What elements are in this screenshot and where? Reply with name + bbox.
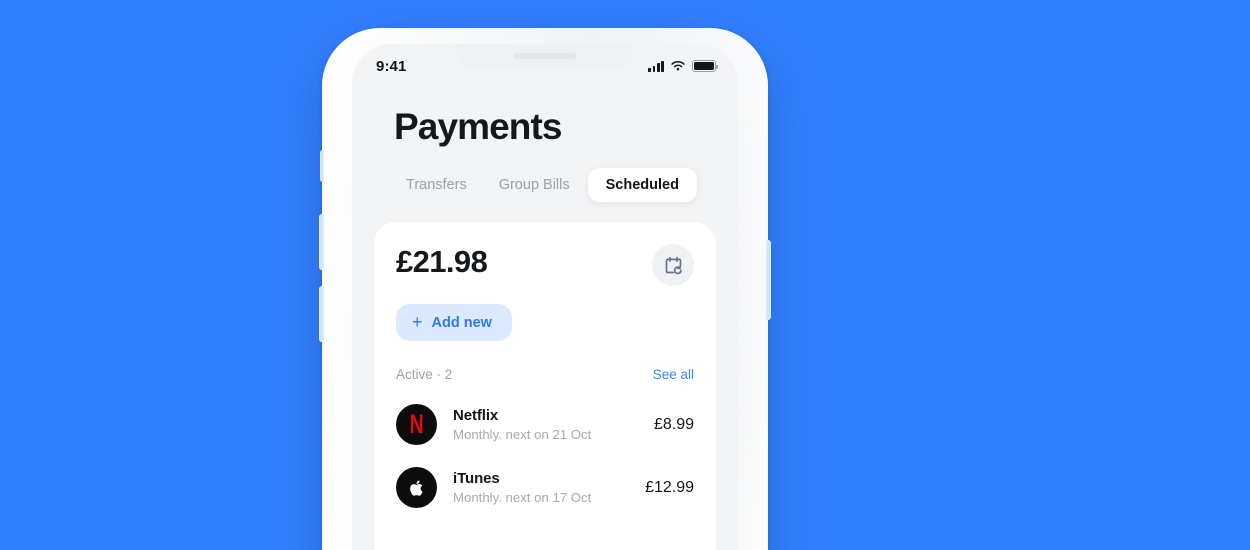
tab-group-bills[interactable]: Group Bills bbox=[485, 168, 584, 202]
status-time: 9:41 bbox=[376, 57, 407, 75]
list-item-text: iTunes Monthly. next on 17 Oct bbox=[453, 470, 645, 505]
tab-transfers[interactable]: Transfers bbox=[392, 168, 481, 202]
battery-full-icon bbox=[692, 60, 719, 72]
silent-switch-button[interactable] bbox=[320, 150, 324, 182]
list-item-amount: £8.99 bbox=[653, 415, 694, 433]
total-amount: £21.98 bbox=[396, 244, 488, 279]
active-count-label: Active · 2 bbox=[396, 367, 453, 382]
list-item[interactable]: N Netflix Monthly. next on 21 Oct £8.99 bbox=[396, 404, 694, 445]
phone-screen: 9:41 Payments Transfers Group Bills Sche… bbox=[352, 44, 738, 550]
see-all-link[interactable]: See all bbox=[653, 367, 694, 382]
add-new-label: Add new bbox=[431, 314, 492, 331]
add-new-button[interactable]: + Add new bbox=[396, 304, 512, 341]
card-header: £21.98 bbox=[396, 244, 694, 286]
volume-up-button[interactable] bbox=[319, 214, 324, 270]
power-button[interactable] bbox=[766, 240, 771, 320]
calendar-history-icon bbox=[665, 256, 682, 274]
calendar-history-button[interactable] bbox=[652, 244, 694, 286]
status-icons bbox=[648, 60, 719, 72]
scheduled-payments-card: £21.98 + Add new Active · 2 See all N Ne… bbox=[374, 222, 716, 550]
list-item-text: Netflix Monthly. next on 21 Oct bbox=[453, 407, 654, 442]
list-header: Active · 2 See all bbox=[396, 367, 694, 382]
apple-icon bbox=[396, 467, 437, 508]
cellular-bars-icon bbox=[648, 60, 664, 72]
list-item[interactable]: iTunes Monthly. next on 17 Oct £12.99 bbox=[396, 467, 694, 508]
wifi-icon bbox=[671, 61, 685, 71]
list-item-subtitle: Monthly. next on 21 Oct bbox=[453, 427, 592, 442]
netflix-icon: N bbox=[396, 404, 437, 445]
list-item-amount: £12.99 bbox=[645, 478, 694, 496]
list-item-subtitle: Monthly. next on 17 Oct bbox=[453, 490, 592, 505]
status-bar: 9:41 bbox=[352, 44, 738, 88]
page-title: Payments bbox=[394, 106, 563, 147]
apple-logo-icon bbox=[409, 479, 423, 496]
list-item-name: Netflix bbox=[453, 407, 499, 424]
plus-icon: + bbox=[412, 312, 423, 332]
tab-scheduled[interactable]: Scheduled bbox=[587, 168, 697, 202]
list-item-name: iTunes bbox=[453, 470, 500, 487]
tab-bar: Transfers Group Bills Scheduled bbox=[392, 168, 738, 202]
volume-down-button[interactable] bbox=[319, 286, 324, 342]
phone-device: 9:41 Payments Transfers Group Bills Sche… bbox=[319, 28, 771, 550]
